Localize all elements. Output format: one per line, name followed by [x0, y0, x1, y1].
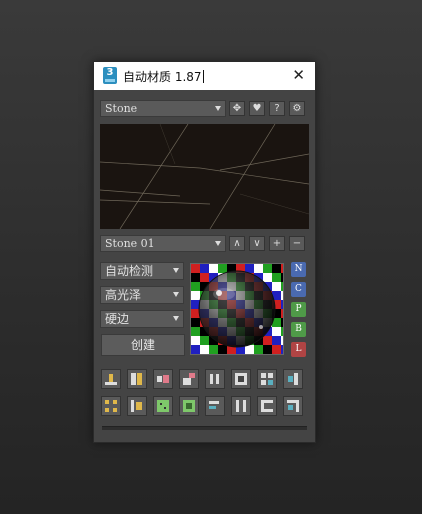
create-button[interactable]: 创建 — [101, 334, 185, 356]
corner-top-icon[interactable] — [283, 396, 303, 416]
add-button[interactable]: + — [269, 236, 285, 251]
l-map-button[interactable]: L — [291, 342, 306, 357]
detect-dropdown-value: 自动检测 — [105, 264, 154, 278]
square-icon[interactable] — [179, 396, 199, 416]
chevron-down-icon — [173, 316, 179, 321]
split-vertical-icon[interactable] — [127, 369, 147, 389]
settings-icon[interactable]: ⚙ — [289, 101, 305, 116]
remove-button[interactable]: − — [289, 236, 305, 251]
material-dropdown[interactable]: Stone — [100, 100, 226, 117]
autoMaterial-window: 3 自动材质 1.87 ✕ Stone ✥ ♥ ? ⚙ Stone 01 ∧ ∨… — [93, 61, 316, 443]
bottom-scrollbar[interactable] — [102, 426, 307, 430]
gloss-dropdown-value: 高光泽 — [105, 288, 142, 302]
columns-icon[interactable] — [231, 396, 251, 416]
window-title: 自动材质 1.87 — [123, 70, 204, 84]
up-button[interactable]: ∧ — [229, 236, 245, 251]
corner-icon[interactable] — [179, 369, 199, 389]
align-top-icon[interactable] — [127, 396, 147, 416]
normal-map-button[interactable]: N — [291, 262, 306, 277]
p-map-button[interactable]: P — [291, 302, 306, 317]
bump-map-button[interactable]: B — [291, 322, 306, 337]
rotate-icon[interactable] — [257, 396, 277, 416]
align-right-icon[interactable] — [283, 369, 303, 389]
align-left-icon[interactable] — [153, 369, 173, 389]
distribute-icon[interactable] — [205, 369, 225, 389]
help-icon[interactable]: ? — [269, 101, 285, 116]
align-bottom-icon[interactable] — [101, 369, 121, 389]
chevron-down-icon — [173, 268, 179, 273]
app-icon: 3 — [103, 67, 117, 84]
grid-icon[interactable] — [257, 369, 277, 389]
chevron-down-icon — [215, 241, 221, 246]
material-preview — [99, 123, 310, 230]
material-dropdown-value: Stone — [105, 102, 138, 115]
checker-sphere — [191, 264, 283, 354]
variant-dropdown[interactable]: Stone 01 — [100, 235, 226, 252]
variant-dropdown-value: Stone 01 — [105, 237, 155, 250]
gloss-dropdown[interactable]: 高光泽 — [100, 286, 184, 304]
selection-corners-icon[interactable] — [101, 396, 121, 416]
color-map-button[interactable]: C — [291, 282, 306, 297]
material-ball-preview — [190, 263, 284, 355]
edge-dropdown[interactable]: 硬边 — [100, 310, 184, 328]
move-icon[interactable]: ✥ — [229, 101, 245, 116]
title-bar: 3 自动材质 1.87 ✕ — [94, 62, 315, 90]
edge-dropdown-value: 硬边 — [105, 312, 130, 326]
chevron-down-icon — [215, 106, 221, 111]
stone-texture — [99, 123, 310, 230]
frame-icon[interactable] — [231, 369, 251, 389]
detect-dropdown[interactable]: 自动检测 — [100, 262, 184, 280]
heart-icon[interactable]: ♥ — [249, 101, 265, 116]
chevron-down-icon — [173, 292, 179, 297]
down-button[interactable]: ∨ — [249, 236, 265, 251]
close-icon[interactable]: ✕ — [292, 67, 305, 83]
align-text-icon[interactable] — [205, 396, 225, 416]
dots-icon[interactable] — [153, 396, 173, 416]
